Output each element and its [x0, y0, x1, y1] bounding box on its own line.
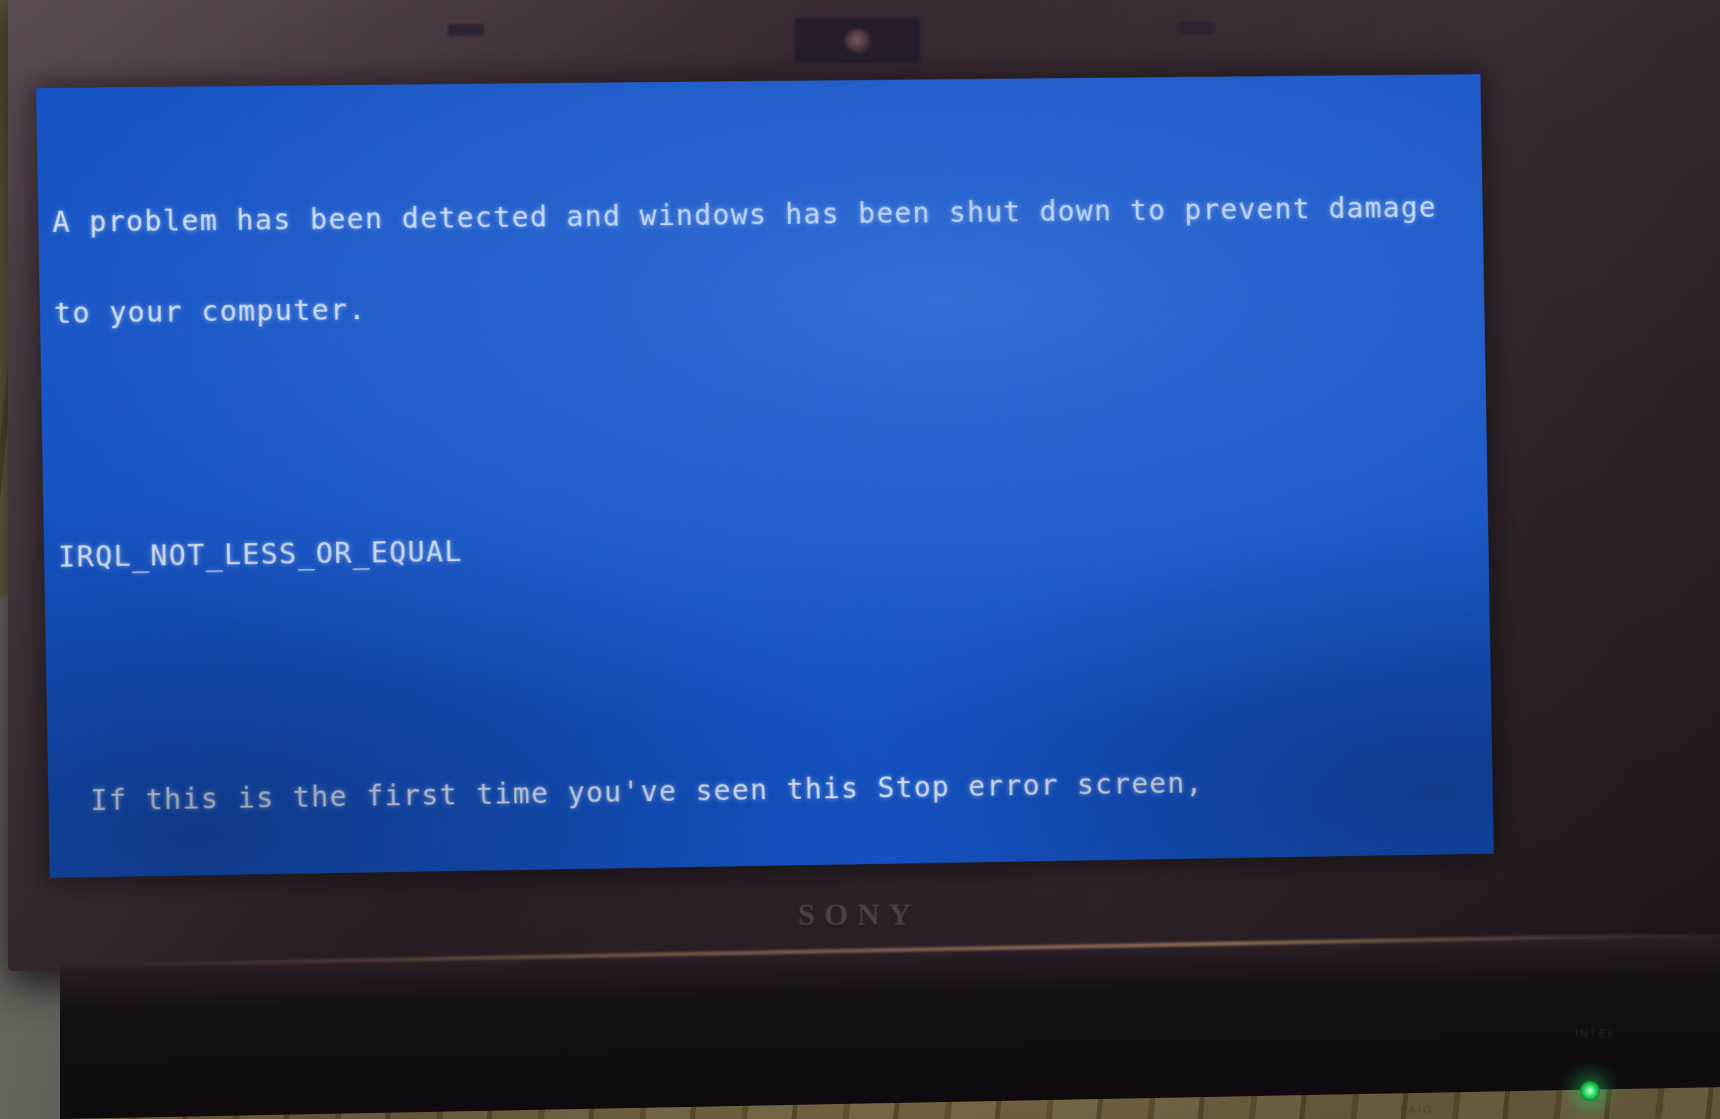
- webcam-lens-icon: [845, 29, 871, 53]
- bsod-stop-error-name: IRQL_NOT_LESS_OR_EQUAL: [57, 535, 463, 574]
- sony-brand-logo: SONY: [797, 897, 921, 932]
- bezel-vent-left: [448, 24, 484, 36]
- laptop-screen: A problem has been detected and windows …: [36, 74, 1494, 878]
- deck-label-intel: INTEL: [1575, 1028, 1617, 1040]
- bsod-text-block: A problem has been detected and windows …: [50, 101, 1493, 878]
- deck-label-i5: i5: [1655, 1103, 1668, 1115]
- photo-scene: A problem has been detected and windows …: [0, 0, 1720, 1119]
- bsod-intro-line-2: to your computer.: [53, 293, 367, 330]
- deck-label-vaio: VAIO: [1400, 1104, 1434, 1116]
- power-led-icon[interactable]: [1580, 1081, 1600, 1101]
- bsod-first-time-line-1: If this is the first time you've seen th…: [90, 766, 1204, 818]
- bezel-vent-right: [1178, 22, 1214, 34]
- bsod-intro-line-1: A problem has been detected and windows …: [52, 190, 1437, 239]
